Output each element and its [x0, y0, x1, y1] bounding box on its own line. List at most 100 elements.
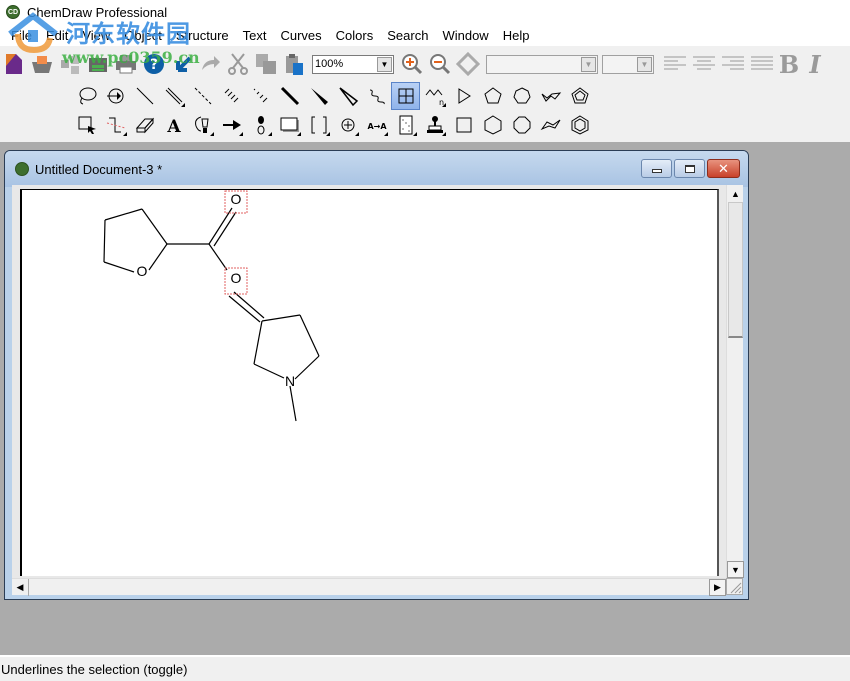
copy-button[interactable] — [252, 50, 280, 78]
query-tool[interactable]: A→A — [362, 111, 391, 139]
hashed-bond-tool[interactable] — [217, 82, 246, 110]
scroll-left-arrow-icon[interactable]: ◀ — [12, 579, 29, 596]
font-family-select[interactable]: ▼ — [486, 54, 598, 74]
zoom-level-select[interactable]: 100% ▼ — [312, 54, 394, 74]
justify-button[interactable] — [747, 50, 776, 78]
pen-tool[interactable] — [188, 111, 217, 139]
print-button[interactable] — [112, 50, 140, 78]
bold-button[interactable]: B — [776, 50, 802, 79]
atom-label-nitrogen[interactable]: N — [285, 373, 295, 389]
menu-curves[interactable]: Curves — [273, 28, 328, 43]
open-button[interactable] — [28, 50, 56, 78]
solid-bond-tool[interactable] — [130, 82, 159, 110]
structure-perspective-tool[interactable] — [101, 82, 130, 110]
menu-object[interactable]: Object — [117, 28, 169, 43]
resize-grip-icon[interactable] — [726, 578, 743, 595]
cyclohexane-chair-2-tool[interactable] — [536, 111, 565, 139]
scroll-down-arrow-icon[interactable]: ▼ — [727, 561, 744, 578]
align-left-button[interactable] — [660, 50, 689, 78]
menu-edit[interactable]: Edit — [39, 28, 75, 43]
brackets-tool[interactable] — [304, 111, 333, 139]
menu-colors[interactable]: Colors — [329, 28, 381, 43]
document-titlebar[interactable]: Untitled Document-3 * ✕ — [5, 151, 748, 187]
mass-fragmentation-tool[interactable] — [101, 111, 130, 139]
font-size-select[interactable]: ▼ — [602, 54, 654, 74]
text-tool[interactable]: A — [159, 111, 188, 139]
redo-button[interactable] — [196, 50, 224, 78]
chair-icon — [541, 92, 561, 102]
wavy-bond-tool[interactable] — [362, 82, 391, 110]
menu-help[interactable]: Help — [496, 28, 537, 43]
horizontal-scrollbar[interactable]: ◀ ▶ — [12, 578, 726, 596]
acyclic-chain-tool[interactable]: n — [420, 82, 449, 110]
align-right-button[interactable] — [718, 50, 747, 78]
eraser-tool[interactable] — [130, 111, 159, 139]
main-toolbar: ? 100% ▼ ▼ ▼ B I — [0, 48, 850, 80]
italic-button[interactable]: I — [802, 50, 828, 79]
cyclooctane-tool[interactable] — [507, 111, 536, 139]
menu-search[interactable]: Search — [380, 28, 435, 43]
cyclopentane-tool[interactable] — [478, 82, 507, 110]
menu-text[interactable]: Text — [236, 28, 274, 43]
undo-button[interactable] — [168, 50, 196, 78]
cyclopentadiene-tool[interactable] — [565, 82, 594, 110]
arrow-tool[interactable] — [217, 111, 246, 139]
dashed-bond-tool[interactable] — [188, 82, 217, 110]
document-icon — [15, 162, 29, 176]
benzene-tool[interactable] — [565, 111, 594, 139]
new-document-button[interactable] — [0, 50, 28, 78]
menu-structure[interactable]: Structure — [169, 28, 236, 43]
cyclohexane-tool[interactable] — [478, 111, 507, 139]
chemical-symbols-tool[interactable] — [333, 111, 362, 139]
cycloheptane-tool[interactable] — [507, 82, 536, 110]
drawing-elements-tool[interactable] — [275, 111, 304, 139]
orbital-tool[interactable] — [246, 111, 275, 139]
cyclopropane-tool[interactable] — [449, 82, 478, 110]
cyclobutane-tool[interactable] — [449, 111, 478, 139]
cyclohexane-chair-1-tool[interactable] — [536, 82, 565, 110]
hollow-wedged-bond-tool[interactable] — [333, 82, 362, 110]
restore-button[interactable] — [674, 159, 705, 178]
chevron-down-icon[interactable]: ▼ — [377, 56, 392, 72]
chevron-down-icon[interactable]: ▼ — [637, 56, 652, 72]
submenu-indicator-icon — [326, 132, 330, 136]
chevron-down-icon[interactable]: ▼ — [581, 56, 596, 72]
atom-label-oxygen-ring[interactable]: O — [137, 263, 148, 279]
multiple-bond-tool[interactable] — [159, 82, 188, 110]
template-button[interactable] — [56, 50, 84, 78]
minimize-button[interactable] — [641, 159, 672, 178]
paste-button[interactable] — [280, 50, 308, 78]
cut-button[interactable] — [224, 50, 252, 78]
vertical-scrollbar[interactable]: ▲ ▼ — [726, 185, 744, 578]
help-button[interactable]: ? — [140, 50, 168, 78]
undo-icon — [176, 56, 192, 72]
bond — [208, 243, 228, 271]
bond — [104, 208, 143, 221]
table-tool[interactable] — [391, 82, 420, 110]
close-button[interactable]: ✕ — [707, 159, 740, 178]
wedged-bond-tool[interactable] — [304, 82, 333, 110]
molecule-structure[interactable]: O O O N — [22, 190, 721, 577]
menu-file[interactable]: File — [4, 28, 39, 43]
align-center-button[interactable] — [689, 50, 718, 78]
templates-tool[interactable] — [420, 111, 449, 139]
atom-label-oxygen-ester[interactable]: O — [231, 270, 242, 286]
drawing-canvas[interactable]: O O O N — [20, 189, 719, 576]
marquee-tool[interactable] — [72, 111, 101, 139]
scroll-right-arrow-icon[interactable]: ▶ — [709, 579, 726, 596]
zoom-out-button[interactable] — [426, 50, 454, 78]
atom-label-oxygen-carbonyl[interactable]: O — [231, 191, 242, 207]
square-icon — [456, 117, 471, 133]
zoom-in-button[interactable] — [398, 50, 426, 78]
save-button[interactable] — [84, 50, 112, 78]
app-title-bar: CD ChemDraw Professional — [0, 0, 850, 24]
vertical-scroll-thumb[interactable] — [728, 202, 743, 338]
crosshair-button[interactable] — [454, 50, 482, 78]
menu-view[interactable]: View — [75, 28, 117, 43]
scroll-up-arrow-icon[interactable]: ▲ — [727, 185, 744, 202]
bold-bond-tool[interactable] — [275, 82, 304, 110]
menu-window[interactable]: Window — [435, 28, 495, 43]
lasso-tool[interactable] — [72, 82, 101, 110]
hashed-wedged-bond-tool[interactable] — [246, 82, 275, 110]
tlc-plate-tool[interactable] — [391, 111, 420, 139]
